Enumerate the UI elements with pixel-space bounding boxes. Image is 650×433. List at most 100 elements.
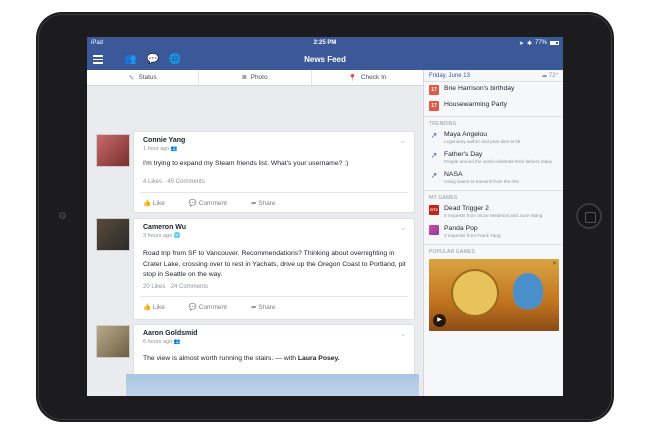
post-text: I'm trying to expand my Steam friends li…: [143, 160, 349, 167]
trending-icon: ↗: [430, 151, 438, 160]
post-actions: 👍 Like 💬 Comment ➦ Share: [143, 199, 276, 207]
game-character: [513, 273, 543, 309]
news-feed: ✎ Status ◙ Photo 📍 Check In Connie Yang …: [87, 70, 423, 396]
globe-icon[interactable]: 🌐: [169, 54, 181, 65]
post-author[interactable]: Cameron Wu: [143, 224, 186, 231]
menu-icon[interactable]: [87, 49, 109, 70]
composer-bar: ✎ Status ◙ Photo 📍 Check In: [87, 70, 423, 86]
divider: [140, 192, 408, 193]
battery-icon: [550, 41, 559, 45]
avatar[interactable]: [96, 134, 130, 167]
game-item[interactable]: DT2 Dead Trigger 2 6 requests from Victo…: [424, 202, 563, 222]
comment-button[interactable]: 💬 Comment: [189, 303, 227, 311]
close-icon[interactable]: ✕: [552, 260, 557, 267]
post-card: Cameron Wu 3 hours ago 🌐 ⌄ Road trip fro…: [133, 218, 415, 320]
post-actions: 👍 Like 💬 Comment ➦ Share: [143, 303, 276, 311]
trending-title: Father's Day: [444, 151, 483, 158]
device-label: iPad: [91, 40, 104, 46]
calendar-icon: 17: [429, 101, 439, 111]
event-title: Brie Harrison's birthday: [444, 85, 515, 92]
status-right: ➤ ✱ 77%: [519, 40, 559, 47]
trending-title: NASA: [444, 171, 463, 178]
checkin-button[interactable]: 📍 Check In: [312, 70, 423, 85]
chevron-down-icon[interactable]: ⌄: [400, 224, 406, 232]
trending-item[interactable]: ↗ Maya Angelou Legendary author and poet…: [424, 128, 563, 148]
post-author[interactable]: Aaron Goldsmid: [143, 330, 197, 337]
post-text: Road trip from SF to Vancouver. Recommen…: [143, 250, 406, 278]
trending-sub: Using lasers to transmit from the ISS: [444, 179, 519, 184]
trending-icon: ↗: [430, 131, 438, 140]
trending-header: TRENDING: [424, 116, 563, 128]
nav-bar: 👥 💬 🌐 News Feed: [87, 49, 563, 70]
dead-trigger-icon: DT2: [429, 205, 439, 215]
trending-item[interactable]: ↗ NASA Using lasers to transmit from the…: [424, 168, 563, 188]
like-icon: 👍: [143, 200, 152, 207]
game-art: [451, 269, 499, 317]
home-button[interactable]: [576, 203, 602, 229]
trending-icon: ↗: [430, 171, 438, 180]
post-timestamp: 1 hour ago 👥: [143, 146, 178, 152]
game-title: Dead Trigger 2: [444, 205, 489, 212]
cloud-icon: ☁: [541, 73, 548, 79]
post-timestamp: 6 hours ago 👥: [143, 339, 181, 345]
location-icon: ➤: [518, 40, 524, 47]
popular-header: POPULAR GAMES: [424, 244, 563, 256]
avatar[interactable]: [96, 218, 130, 251]
post-timestamp: 3 hours ago 🌐: [143, 233, 181, 239]
popular-game-banner[interactable]: ✕ ▶: [429, 259, 559, 331]
post-counts[interactable]: 20 Likes · 24 Comments: [143, 284, 208, 290]
privacy-public-icon: 🌐: [173, 233, 181, 239]
like-button[interactable]: 👍 Like: [143, 303, 165, 311]
game-title: Panda Pop: [444, 225, 478, 232]
trending-sub: People around the world celebrate their …: [444, 159, 553, 164]
divider: [140, 296, 408, 297]
like-icon: 👍: [143, 304, 152, 311]
privacy-friends-icon: 👥: [173, 339, 181, 345]
location-pin-icon: 📍: [348, 74, 357, 82]
camera-icon: ◙: [242, 74, 247, 81]
post-card: Connie Yang 1 hour ago 👥 ⌄ I'm trying to…: [133, 131, 415, 213]
edit-icon: ✎: [128, 74, 135, 82]
sidebar-date-row: Friday, June 13 ☁ 72°: [424, 70, 563, 82]
status-label: Status: [138, 74, 157, 81]
share-button[interactable]: ➦ Share: [251, 199, 276, 207]
share-icon: ➦: [250, 304, 257, 311]
play-icon[interactable]: ▶: [433, 314, 446, 327]
nav-icons: 👥 💬 🌐: [124, 54, 181, 65]
photo-label: Photo: [250, 74, 268, 81]
share-icon: ➦: [250, 200, 257, 207]
games-header: MY GAMES: [424, 190, 563, 202]
status-bar: iPad 2:25 PM ➤ ✱ 77%: [87, 37, 563, 49]
screen: iPad 2:25 PM ➤ ✱ 77% 👥 💬 🌐 News Feed ✎ S…: [87, 37, 563, 396]
trending-sub: Legendary author and poet dies at 86: [444, 139, 521, 144]
event-item[interactable]: 17 Housewarming Party: [424, 98, 563, 114]
post-photo[interactable]: [126, 374, 419, 396]
post-text: The view is almost worth running the sta…: [143, 355, 340, 362]
friends-icon[interactable]: 👥: [124, 54, 136, 65]
panda-pop-icon: [429, 225, 439, 235]
status-button[interactable]: ✎ Status: [87, 70, 200, 85]
event-item[interactable]: 17 Brie Harrison's birthday: [424, 82, 563, 98]
chevron-down-icon[interactable]: ⌄: [400, 330, 406, 338]
event-title: Housewarming Party: [444, 101, 508, 108]
game-item[interactable]: Panda Pop 3 requests from Frank Yang: [424, 222, 563, 242]
trending-item[interactable]: ↗ Father's Day People around the world c…: [424, 148, 563, 168]
chevron-down-icon[interactable]: ⌄: [400, 137, 406, 145]
post-author[interactable]: Connie Yang: [143, 137, 185, 144]
comment-icon: 💬: [188, 200, 197, 207]
tagged-user[interactable]: Laura Posey.: [298, 355, 340, 362]
battery-percent: 77%: [534, 40, 547, 46]
camera-icon: [59, 212, 66, 219]
post-counts[interactable]: 4 Likes · 45 Comments: [143, 179, 205, 185]
checkin-label: Check In: [360, 74, 387, 81]
messages-icon[interactable]: 💬: [146, 54, 158, 65]
share-button[interactable]: ➦ Share: [251, 303, 276, 311]
privacy-friends-icon: 👥: [170, 146, 178, 152]
like-button[interactable]: 👍 Like: [143, 199, 165, 207]
calendar-icon: 17: [429, 85, 439, 95]
clock: 2:25 PM: [313, 40, 337, 46]
comment-button[interactable]: 💬 Comment: [189, 199, 227, 207]
sidebar: Friday, June 13 ☁ 72° 17 Brie Harrison's…: [423, 70, 563, 396]
avatar[interactable]: [96, 325, 130, 358]
photo-button[interactable]: ◙ Photo: [199, 70, 312, 85]
